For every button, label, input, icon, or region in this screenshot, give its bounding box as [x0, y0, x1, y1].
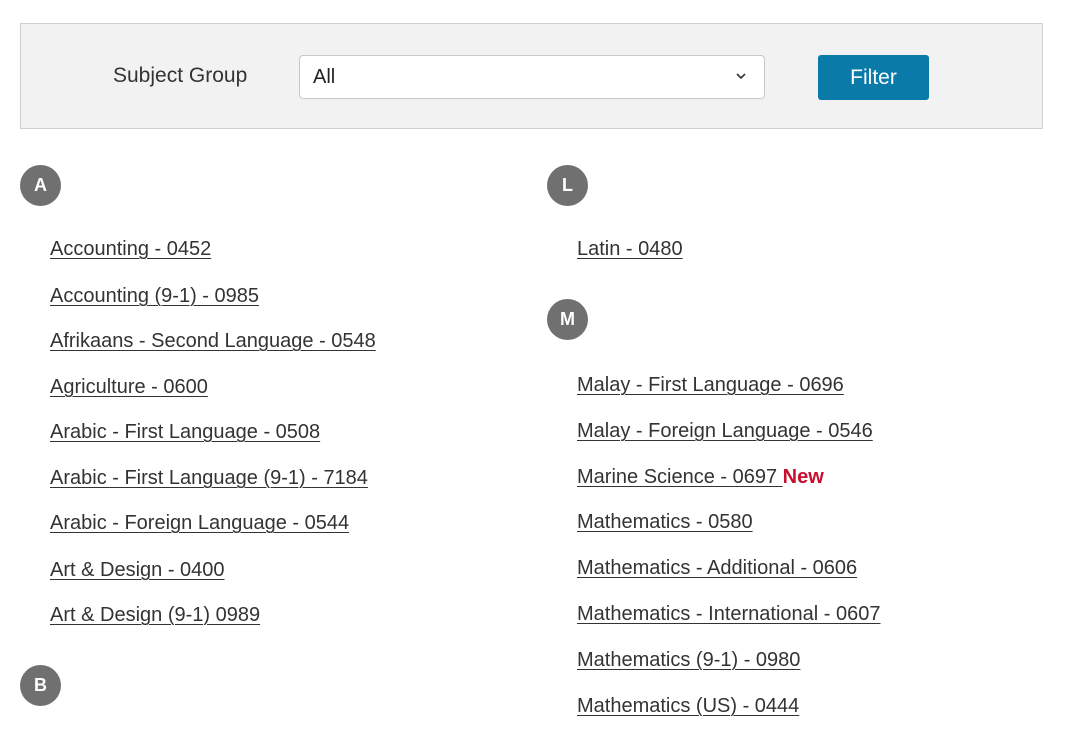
subject-group-select-value: All — [313, 66, 336, 88]
subject-group-label: Subject Group — [113, 64, 248, 87]
subject-link-agriculture-0600[interactable]: Agriculture - 0600 — [50, 376, 208, 399]
subject-link-mathematics-us-0444[interactable]: Mathematics (US) - 0444 — [577, 695, 799, 718]
subject-link-malay-first-0696[interactable]: Malay - First Language - 0696 — [577, 374, 844, 397]
letter-badge-b: B — [20, 665, 61, 706]
subject-link-malay-foreign-0546[interactable]: Malay - Foreign Language - 0546 — [577, 420, 873, 443]
subject-link-arabic-first-0508[interactable]: Arabic - First Language - 0508 — [50, 421, 320, 444]
subject-link-afrikaans-0548[interactable]: Afrikaans - Second Language - 0548 — [50, 330, 376, 353]
subject-link-accounting-9-1-0985[interactable]: Accounting (9-1) - 0985 — [50, 285, 259, 308]
letter-badge-a: A — [20, 165, 61, 206]
subject-link-latin-0480[interactable]: Latin - 0480 — [577, 238, 683, 261]
subject-link-arabic-first-9-1-7184[interactable]: Arabic - First Language (9-1) - 7184 — [50, 467, 368, 490]
subject-group-select[interactable]: All — [299, 55, 765, 99]
subject-link-mathematics-0580[interactable]: Mathematics - 0580 — [577, 511, 753, 534]
filter-button[interactable]: Filter — [818, 55, 929, 100]
subject-link-mathematics-additional-0606[interactable]: Mathematics - Additional - 0606 — [577, 557, 857, 580]
subject-link-marine-science-0697[interactable]: Marine Science - 0697 New — [577, 466, 824, 489]
subject-link-mathematics-international-0607[interactable]: Mathematics - International - 0607 — [577, 603, 881, 626]
letter-badge-m: M — [547, 299, 588, 340]
subject-filter-bar: Subject Group All Filter — [20, 23, 1043, 129]
letter-badge-l: L — [547, 165, 588, 206]
chevron-down-icon — [736, 73, 746, 80]
subject-link-arabic-foreign-0544[interactable]: Arabic - Foreign Language - 0544 — [50, 512, 349, 535]
new-badge: New — [782, 466, 824, 488]
subject-link-mathematics-9-1-0980[interactable]: Mathematics (9-1) - 0980 — [577, 649, 800, 672]
subject-link-marine-science-label: Marine Science - 0697 — [577, 466, 783, 488]
subject-link-art-design-9-1-0989[interactable]: Art & Design (9-1) 0989 — [50, 604, 260, 627]
subject-link-accounting-0452[interactable]: Accounting - 0452 — [50, 238, 211, 261]
subject-link-art-design-0400[interactable]: Art & Design - 0400 — [50, 559, 225, 582]
